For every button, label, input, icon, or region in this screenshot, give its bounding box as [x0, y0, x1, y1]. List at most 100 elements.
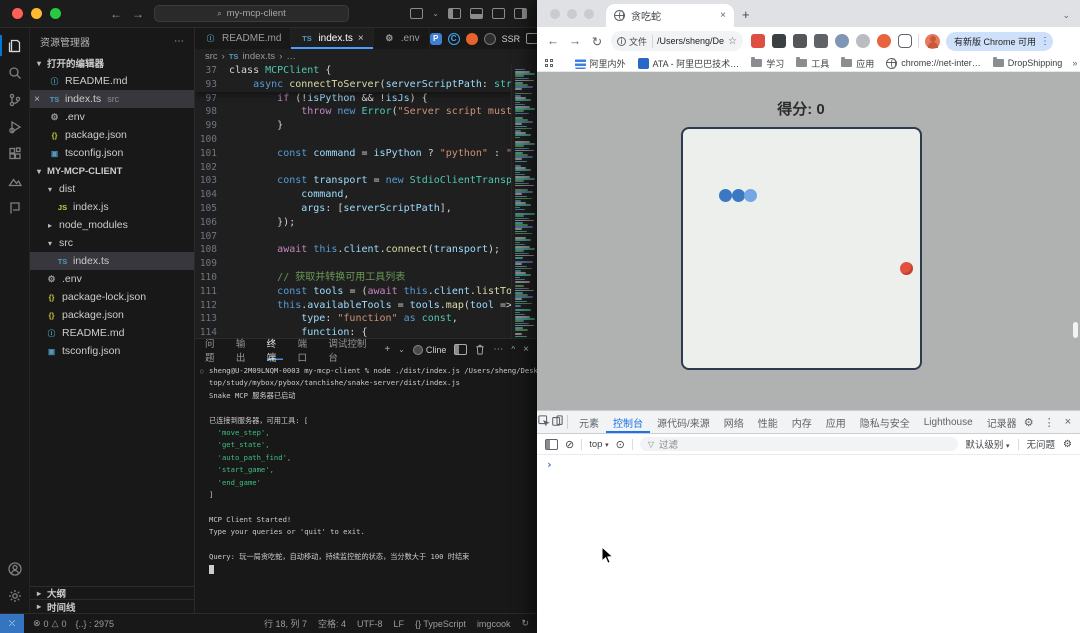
close-window-button[interactable]: [12, 8, 23, 19]
braces-count[interactable]: {..} : 2975: [76, 619, 115, 629]
chevron-down-icon[interactable]: ⌄: [432, 9, 439, 18]
devtools-tab-隐私与安全[interactable]: 隐私与安全: [853, 411, 917, 433]
code-editor[interactable]: 37class MCPClient {93 async connectToSer…: [195, 64, 537, 338]
console-sidebar-icon[interactable]: [545, 439, 558, 450]
devtools-tab-记录器[interactable]: 记录器: [980, 411, 1024, 433]
project-root-header[interactable]: ▾MY-MCP-CLIENT: [30, 162, 194, 180]
run-debug-icon[interactable]: [0, 113, 30, 140]
indentation[interactable]: 空格: 4: [318, 617, 346, 630]
browser-forward-icon[interactable]: →: [567, 34, 583, 48]
browser-tab[interactable]: 贪吃蛇 ×: [606, 4, 734, 27]
panel-tab-终端[interactable]: 终端: [267, 339, 284, 360]
tree-item[interactable]: TSindex.ts: [30, 252, 194, 270]
ext-puzzle-icon[interactable]: [898, 34, 912, 48]
profile-avatar[interactable]: [925, 34, 940, 49]
remote-indicator[interactable]: ⤬: [0, 614, 24, 633]
minimize-window-button[interactable]: [567, 9, 577, 19]
bookmark-应用[interactable]: 应用: [841, 57, 874, 70]
tree-item[interactable]: ⓘREADME.md: [30, 324, 194, 342]
toggle-secondary-sidebar-icon[interactable]: [514, 8, 527, 19]
tab-close-icon[interactable]: ×: [358, 33, 364, 44]
new-terminal-icon[interactable]: +: [384, 344, 390, 355]
address-bar[interactable]: i 文件 /Users/sheng/Deskt… ☆: [611, 31, 743, 51]
bookmark-工具[interactable]: 工具: [796, 57, 829, 70]
eol[interactable]: LF: [394, 619, 405, 629]
outline-section[interactable]: ▸大纲: [30, 587, 194, 600]
terminal-dropdown-icon[interactable]: ⌄: [398, 345, 405, 354]
nav-back-icon[interactable]: ←: [110, 7, 122, 21]
sphere-icon[interactable]: [484, 33, 496, 45]
toggle-layout-icon[interactable]: [492, 8, 505, 19]
device-toolbar-icon[interactable]: [550, 415, 563, 430]
panel-tab-调试控制台[interactable]: 调试控制台: [328, 339, 370, 360]
timeline-section[interactable]: ▸时间线: [30, 600, 194, 613]
explorer-icon[interactable]: [0, 32, 30, 59]
cursor-position[interactable]: 行 18, 列 7: [264, 617, 307, 630]
bookmark-ATA - 阿里巴巴技术…[interactable]: ATA - 阿里巴巴技术…: [638, 57, 740, 70]
breadcrumb[interactable]: src› TSindex.ts› …: [195, 49, 537, 64]
account-icon[interactable]: [0, 555, 30, 582]
sidebar-more-icon[interactable]: ⋯: [174, 36, 184, 47]
browser-back-icon[interactable]: ←: [545, 34, 561, 48]
ext-dark-face-icon[interactable]: [772, 34, 786, 48]
split-terminal-icon[interactable]: [454, 344, 467, 355]
devtools-close-icon[interactable]: ×: [1065, 416, 1071, 428]
language-mode[interactable]: {} TypeScript: [415, 619, 466, 629]
console-filter-input[interactable]: ▽ 过滤: [640, 437, 959, 451]
terminal-output[interactable]: ○sheng@U-2M09LNQM-0003 my-mcp-client % n…: [195, 360, 537, 613]
editor-tab[interactable]: ⓘREADME.md: [195, 28, 291, 49]
extensions-icon[interactable]: [0, 140, 30, 167]
open-editor-item[interactable]: {}package.json: [30, 126, 194, 144]
nav-forward-icon[interactable]: →: [132, 7, 144, 21]
bookmark-学习[interactable]: 学习: [751, 57, 784, 70]
console-output[interactable]: ›: [537, 455, 1080, 633]
minimap[interactable]: [511, 64, 537, 338]
gitlens-fox-icon[interactable]: [466, 33, 478, 45]
source-control-icon[interactable]: [0, 86, 30, 113]
open-editor-item[interactable]: ×TSindex.tssrc: [30, 90, 194, 108]
tab-close-icon[interactable]: ×: [720, 10, 726, 21]
close-icon[interactable]: ×: [30, 94, 44, 105]
bookmark-阿里内外[interactable]: 阿里内外: [575, 57, 626, 70]
toggle-sidebar-icon[interactable]: [448, 8, 461, 19]
devtools-tab-源代码/来源[interactable]: 源代码/来源: [650, 411, 717, 433]
bookmark-chrome://net-inter…[interactable]: chrome://net-inter…: [886, 58, 981, 69]
devtools-tab-控制台[interactable]: 控制台: [606, 411, 650, 433]
ext-dark-api-icon[interactable]: [793, 34, 807, 48]
tree-item[interactable]: {}package-lock.json: [30, 288, 194, 306]
tree-item[interactable]: ▾dist: [30, 180, 194, 198]
ext-orange-scan-icon[interactable]: [877, 34, 891, 48]
devtools-kebab-icon[interactable]: ⋮: [1044, 416, 1055, 429]
panel-tab-输出[interactable]: 输出: [236, 339, 253, 360]
open-editor-item[interactable]: ▣tsconfig.json: [30, 144, 194, 162]
settings-gear-icon[interactable]: [0, 582, 30, 609]
command-center-search[interactable]: ⌕ my-mcp-client: [154, 5, 349, 22]
toggle-panel-icon[interactable]: [470, 8, 483, 19]
apps-grid-icon[interactable]: [545, 59, 553, 67]
search-view-icon[interactable]: [0, 59, 30, 86]
open-editor-item[interactable]: ⚙.env: [30, 108, 194, 126]
kill-terminal-trash-icon[interactable]: [475, 344, 485, 355]
reload-icon[interactable]: ↻: [589, 34, 605, 49]
minimize-window-button[interactable]: [31, 8, 42, 19]
panel-tab-问题[interactable]: 问题: [205, 339, 222, 360]
page-scrollbar[interactable]: [1073, 322, 1078, 338]
editor-tab[interactable]: ⚙.env: [374, 28, 430, 49]
context-selector[interactable]: top ▾: [589, 439, 608, 450]
file-scheme-chip[interactable]: i 文件: [617, 35, 653, 48]
remote-screen-icon[interactable]: [410, 8, 423, 19]
encoding[interactable]: UTF-8: [357, 619, 383, 629]
open-editors-header[interactable]: ▾打开的编辑器: [30, 54, 194, 72]
panel-tab-端口[interactable]: 端口: [297, 339, 314, 360]
chrome-menu-kebab-icon[interactable]: ⋮: [1040, 36, 1050, 47]
tree-item[interactable]: {}package.json: [30, 306, 194, 324]
tree-item[interactable]: ⚙.env: [30, 270, 194, 288]
eye-icon[interactable]: ⊙: [616, 438, 625, 451]
console-settings-gear-icon[interactable]: ⚙: [1063, 439, 1072, 450]
issues-counter[interactable]: 无问题: [1027, 437, 1056, 451]
devtools-tab-网络[interactable]: 网络: [717, 411, 751, 433]
devtools-tab-Lighthouse[interactable]: Lighthouse: [917, 411, 980, 433]
panel-maximize-icon[interactable]: ^: [511, 345, 515, 354]
panel-more-icon[interactable]: ⋯: [493, 344, 503, 355]
prettier-icon[interactable]: P: [430, 33, 442, 45]
